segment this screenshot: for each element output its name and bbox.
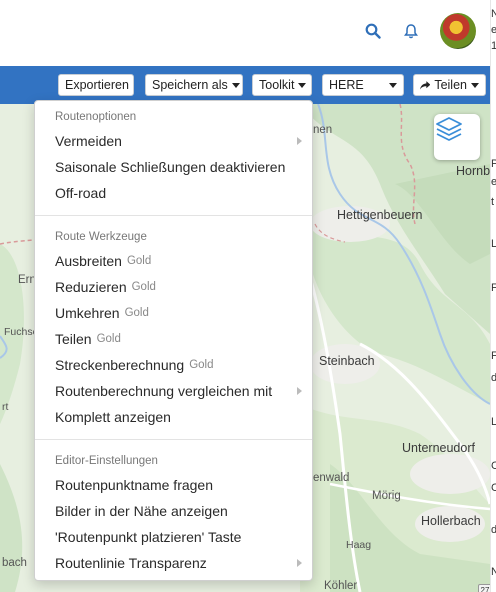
avatar[interactable] [440, 13, 476, 49]
map-label: Haag [346, 539, 372, 551]
menu-item-label: Streckenberechnung [55, 357, 185, 373]
menu-item-label: Umkehren [55, 305, 120, 321]
menu-item-label: Teilen [55, 331, 92, 347]
menu-section-header: Route Werkzeuge [55, 231, 147, 243]
menu-item-route-line-transparency[interactable]: Routenlinie Transparenz [35, 551, 312, 575]
edge-char: L [491, 238, 496, 250]
edge-char: P [491, 158, 496, 170]
gold-badge: Gold [96, 333, 121, 345]
map-label: Hornb [456, 164, 490, 178]
menu-item-label: Reduzieren [55, 279, 127, 295]
edge-char: C [491, 482, 496, 494]
save-as-label: Speichern als [152, 78, 228, 92]
chevron-down-icon [389, 83, 397, 88]
menu-item-show-all[interactable]: Komplett anzeigen [35, 405, 312, 429]
menu-item-reduce[interactable]: Reduzieren Gold [35, 275, 312, 299]
map-label: rt [2, 401, 9, 413]
toolkit-button[interactable]: Toolkit [252, 74, 312, 96]
edge-char: F [491, 350, 496, 362]
toolbar: Exportieren Speichern als Toolkit HERE T… [0, 66, 490, 104]
map-label: bach [2, 557, 27, 569]
menu-item-label: Komplett anzeigen [55, 409, 171, 425]
map-label: Köhler [324, 580, 358, 592]
edge-char: t [491, 196, 495, 208]
chevron-right-icon [297, 559, 302, 567]
map-label: enwald [313, 472, 350, 484]
share-button[interactable]: Teilen [413, 74, 486, 96]
toolkit-label: Toolkit [259, 78, 295, 92]
export-label: Exportieren [65, 78, 129, 92]
menu-item-label: Saisonale Schließungen deaktivieren [55, 159, 286, 175]
menu-item-compare-routing[interactable]: Routenberechnung vergleichen mit [35, 379, 312, 403]
menu-section-header: Routenoptionen [55, 111, 137, 123]
layers-button[interactable] [434, 114, 480, 160]
map-label: Steinbach [319, 354, 375, 368]
menu-item-label: Vermeiden [55, 133, 122, 149]
edge-char: 1 [491, 40, 496, 52]
app-header [0, 0, 490, 66]
chevron-down-icon [298, 82, 307, 88]
menu-item-split[interactable]: Teilen Gold [35, 327, 312, 351]
chevron-down-icon [471, 82, 479, 88]
edge-char: N [491, 566, 496, 578]
menu-item-label: Off-road [55, 185, 107, 201]
map-provider-value: HERE [329, 78, 364, 92]
menu-item-label: Bilder in der Nähe anzeigen [55, 503, 228, 519]
gold-badge: Gold [124, 307, 149, 319]
menu-divider [35, 215, 312, 216]
menu-item-place-waypoint-key[interactable]: 'Routenpunkt platzieren' Taste [35, 525, 312, 549]
edge-char: d [491, 524, 496, 536]
share-icon [420, 80, 431, 89]
edge-char: d [491, 372, 496, 384]
menu-divider [35, 439, 312, 440]
menu-section-header: Editor-Einstellungen [55, 455, 158, 467]
menu-item-label: 'Routenpunkt platzieren' Taste [55, 529, 242, 545]
map-label: Mörig [372, 490, 401, 502]
toolkit-dropdown-menu: Routenoptionen Vermeiden Saisonale Schli… [34, 100, 313, 581]
share-label: Teilen [434, 78, 467, 92]
menu-item-reverse[interactable]: Umkehren Gold [35, 301, 312, 325]
layers-icon [436, 117, 462, 141]
right-panel-edge: N e 1 P e t L F F d L C C d N [490, 0, 496, 592]
edge-char: L [491, 416, 496, 428]
menu-item-label: Routenpunktname fragen [55, 477, 213, 493]
export-button[interactable]: Exportieren [58, 74, 134, 96]
menu-item-ask-waypoint-name[interactable]: Routenpunktname fragen [35, 473, 312, 497]
edge-char: F [491, 282, 496, 294]
edge-char: e [491, 176, 496, 188]
map-label: Hettigenbeuern [337, 208, 423, 222]
map-label: Hollerbach [421, 514, 481, 528]
save-as-button[interactable]: Speichern als [145, 74, 243, 96]
chevron-down-icon [231, 82, 240, 88]
bell-icon[interactable] [400, 20, 422, 42]
menu-item-off-road[interactable]: Off-road [35, 181, 312, 205]
gold-badge: Gold [131, 281, 156, 293]
map-label: Unterneudorf [402, 441, 475, 455]
map-label: nen [313, 124, 333, 136]
menu-item-show-nearby-images[interactable]: Bilder in der Nähe anzeigen [35, 499, 312, 523]
edge-char: N [491, 8, 496, 20]
menu-item-label: Routenberechnung vergleichen mit [55, 383, 273, 399]
edge-char: C [491, 460, 496, 472]
menu-item-label: Ausbreiten [55, 253, 122, 269]
gold-badge: Gold [189, 359, 214, 371]
chevron-right-icon [297, 137, 302, 145]
menu-item-avoid[interactable]: Vermeiden [35, 129, 312, 153]
menu-item-label: Routenlinie Transparenz [55, 555, 207, 571]
chevron-right-icon [297, 387, 302, 395]
gold-badge: Gold [126, 255, 152, 267]
road-shield: 27 [478, 584, 490, 592]
menu-item-seasonal-closures[interactable]: Saisonale Schließungen deaktivieren [35, 155, 312, 179]
edge-char: e [491, 24, 496, 36]
menu-item-route-calculation[interactable]: Streckenberechnung Gold [35, 353, 312, 377]
map-provider-select[interactable]: HERE [322, 74, 404, 96]
menu-item-expand[interactable]: Ausbreiten Gold [35, 249, 312, 273]
search-icon[interactable] [362, 20, 384, 42]
